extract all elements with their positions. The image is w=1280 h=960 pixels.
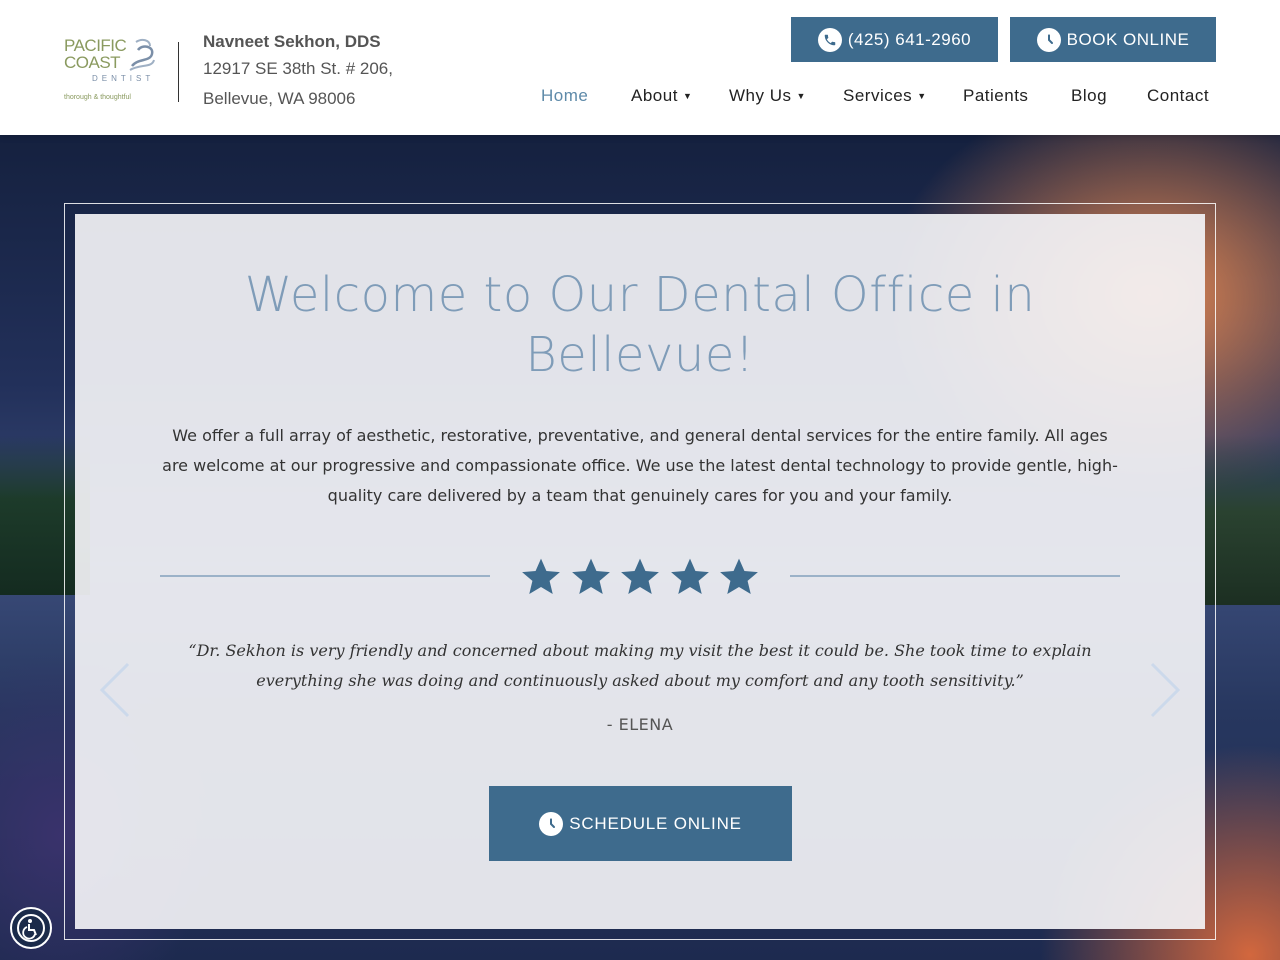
nav-why-us[interactable]: Why Us ▼ <box>729 86 806 106</box>
clock-icon <box>539 811 564 836</box>
nav-home-label: Home <box>541 86 589 105</box>
star-icon <box>621 558 659 594</box>
hero-description: We offer a full array of aesthetic, rest… <box>162 426 1118 505</box>
rating-divider-left <box>160 575 490 577</box>
logo-text-coast: COAST <box>64 53 121 72</box>
nav-contact-label: Contact <box>1147 86 1210 105</box>
clock-icon <box>1036 27 1061 52</box>
nav-why-us-label: Why Us <box>729 86 792 105</box>
star-rating <box>520 555 760 601</box>
site-header: PACIFIC COAST DENTIST thorough & thought… <box>0 0 1280 135</box>
testimonial-author: - ELENA <box>606 715 674 734</box>
hero-title-line2: Bellevue! <box>525 327 755 383</box>
nav-contact[interactable]: Contact <box>1147 86 1209 106</box>
chevron-down-icon: ▼ <box>796 91 806 101</box>
nav-home[interactable]: Home <box>541 86 588 106</box>
chevron-left-icon[interactable] <box>96 660 136 720</box>
practice-name: Navneet Sekhon, DDS <box>203 32 381 51</box>
rating-divider-right <box>790 575 1120 577</box>
book-online-label: BOOK ONLINE <box>1066 29 1190 49</box>
chevron-down-icon: ▼ <box>917 91 927 101</box>
star-icon <box>571 558 610 594</box>
book-online-button[interactable]: BOOK ONLINE <box>1010 17 1216 62</box>
call-button-label: (425) 641-2960 <box>847 29 972 49</box>
testimonial-quote: “Dr. Sekhon is very friendly and concern… <box>188 641 1092 690</box>
nav-about[interactable]: About ▼ <box>631 86 692 106</box>
hero-title: Welcome to Our Dental Office in Bellevue… <box>190 265 1090 385</box>
nav-patients[interactable]: Patients <box>963 86 1028 106</box>
call-button[interactable]: (425) 641-2960 <box>791 17 998 62</box>
schedule-online-label: SCHEDULE ONLINE <box>569 813 742 833</box>
star-icon <box>522 558 560 594</box>
main-nav: Home About ▼ Why Us ▼ Services ▼ Patient… <box>0 86 1280 112</box>
schedule-online-button[interactable]: SCHEDULE ONLINE <box>489 786 792 861</box>
logo-text-dentist: DENTIST <box>92 74 155 83</box>
phone-icon <box>817 27 842 52</box>
accessibility-icon <box>17 914 45 942</box>
nav-blog-label: Blog <box>1071 86 1108 105</box>
hero-title-line1: Welcome to Our Dental Office in <box>244 267 1036 323</box>
star-icon <box>720 558 758 594</box>
chevron-down-icon: ▼ <box>682 91 693 101</box>
nav-about-label: About <box>631 86 678 105</box>
hero-section: Welcome to Our Dental Office in Bellevue… <box>0 135 1280 960</box>
wave-logo-icon <box>129 38 155 71</box>
accessibility-button[interactable] <box>10 907 52 949</box>
background-trees-right <box>1205 435 1280 605</box>
nav-blog[interactable]: Blog <box>1071 86 1107 106</box>
nav-services[interactable]: Services ▼ <box>843 86 927 106</box>
chevron-right-icon[interactable] <box>1144 660 1184 720</box>
star-icon <box>670 558 709 594</box>
nav-services-label: Services <box>843 86 913 105</box>
nav-patients-label: Patients <box>963 86 1029 105</box>
practice-address-line1: 12917 SE 38th St. # 206, <box>203 59 393 78</box>
